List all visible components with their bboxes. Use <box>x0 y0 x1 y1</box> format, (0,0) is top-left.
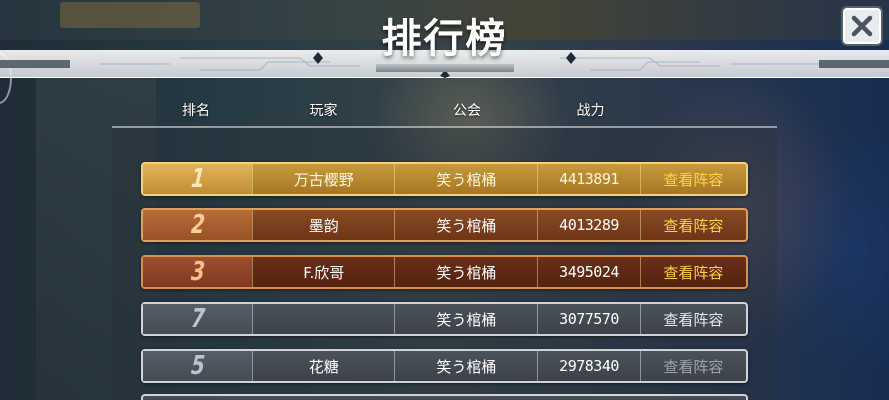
leaderboard-row: 5 花糖 笑う棺桶 2978340 查看阵容 <box>141 349 748 383</box>
view-lineup-button[interactable]: 查看阵容 <box>639 351 746 381</box>
rank-number: 3 <box>189 257 206 287</box>
player-name: 万古樱野 <box>252 164 394 194</box>
close-icon <box>851 15 873 37</box>
guild-name: 笑う棺桶 <box>394 164 537 194</box>
rank-cell: 1 <box>143 164 253 194</box>
column-header-rank: 排名 <box>182 103 210 119</box>
leaderboard-row-partial <box>141 394 748 400</box>
guild-name: 笑う棺桶 <box>394 210 537 240</box>
title-underline <box>376 64 514 72</box>
leaderboard-row: 3 F.欣哥 笑う棺桶 3495024 查看阵容 <box>141 255 748 289</box>
player-name <box>252 304 394 334</box>
leaderboard-row: 1 万古樱野 笑う棺桶 4413891 查看阵容 <box>141 162 748 196</box>
column-header-power: 战力 <box>576 103 605 119</box>
player-name: F.欣哥 <box>252 257 394 287</box>
view-lineup-button[interactable]: 查看阵容 <box>639 304 746 334</box>
guild-name: 笑う棺桶 <box>394 257 537 287</box>
rank-number: 5 <box>189 351 206 381</box>
view-lineup-button[interactable]: 查看阵容 <box>639 257 746 287</box>
leaderboard-row: 7 笑う棺桶 3077570 查看阵容 <box>141 302 748 336</box>
rank-cell: 7 <box>143 304 253 334</box>
player-name: 花糖 <box>252 351 394 381</box>
power-value: 4413891 <box>537 164 639 194</box>
view-lineup-label: 查看阵容 <box>663 263 724 282</box>
page-title: 排行榜 <box>381 16 508 62</box>
power-value: 3495024 <box>537 257 639 287</box>
player-name: 墨韵 <box>252 210 394 240</box>
rank-cell: 3 <box>143 257 253 287</box>
rank-number: 2 <box>189 210 206 240</box>
view-lineup-label: 查看阵容 <box>663 170 724 189</box>
power-value: 4013289 <box>537 210 639 240</box>
view-lineup-label: 查看阵容 <box>663 310 724 329</box>
rank-cell: 2 <box>143 210 253 240</box>
rank-number: 1 <box>189 164 206 194</box>
guild-name: 笑う棺桶 <box>394 304 537 334</box>
column-header-guild: 公会 <box>453 103 481 119</box>
view-lineup-button[interactable]: 查看阵容 <box>639 210 746 240</box>
view-lineup-label: 查看阵容 <box>663 216 724 235</box>
guild-name: 笑う棺桶 <box>394 351 537 381</box>
view-lineup-label: 查看阵容 <box>663 357 724 376</box>
leaderboard-row: 2 墨韵 笑う棺桶 4013289 查看阵容 <box>141 208 748 242</box>
rank-cell: 5 <box>143 351 253 381</box>
rank-number: 7 <box>189 304 206 334</box>
view-lineup-button[interactable]: 查看阵容 <box>639 164 746 194</box>
column-header-player: 玩家 <box>309 103 338 119</box>
close-button[interactable] <box>843 8 881 44</box>
power-value: 2978340 <box>537 351 639 381</box>
power-value: 3077570 <box>537 304 639 334</box>
